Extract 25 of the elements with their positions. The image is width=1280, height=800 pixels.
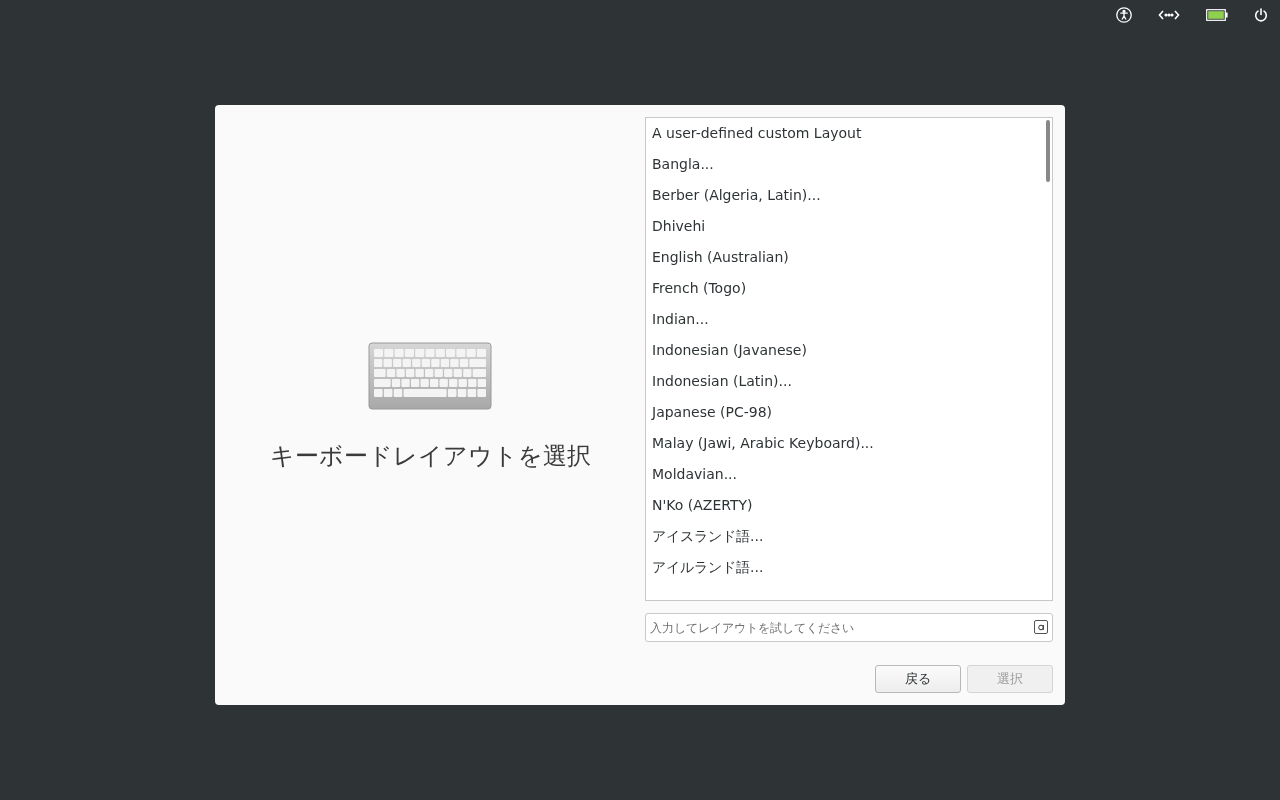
layout-item[interactable]: N'Ko (AZERTY) — [646, 490, 1052, 521]
battery-icon[interactable] — [1206, 9, 1228, 21]
layout-item[interactable]: Moldavian... — [646, 459, 1052, 490]
keyboard-indicator-icon — [1034, 620, 1048, 634]
layout-item[interactable]: English (Australian) — [646, 242, 1052, 273]
layout-item[interactable]: Japanese (PC-98) — [646, 397, 1052, 428]
layout-item[interactable]: Indian... — [646, 304, 1052, 335]
power-icon[interactable] — [1254, 8, 1268, 22]
scrollbar-thumb[interactable] — [1046, 120, 1050, 182]
test-input-field[interactable]: 入力してレイアウトを試してください — [645, 613, 1053, 642]
layout-item[interactable]: French (Togo) — [646, 273, 1052, 304]
layout-item[interactable]: Bangla... — [646, 149, 1052, 180]
layout-item[interactable]: Berber (Algeria, Latin)... — [646, 180, 1052, 211]
keyboard-icon — [368, 342, 492, 410]
accessibility-icon[interactable] — [1116, 7, 1132, 23]
dialog-button[interactable]: 戻る — [875, 665, 961, 693]
network-icon[interactable] — [1158, 9, 1180, 21]
layout-item[interactable]: アイスランド語... — [646, 521, 1052, 552]
layout-item[interactable]: A user-defined custom Layout — [646, 118, 1052, 149]
layout-item[interactable]: Indonesian (Javanese) — [646, 335, 1052, 366]
layout-item[interactable]: Malay (Jawi, Arabic Keyboard)... — [646, 428, 1052, 459]
layout-item[interactable]: Indonesian (Latin)... — [646, 366, 1052, 397]
layout-item[interactable]: アイルランド語... — [646, 552, 1052, 583]
layout-item[interactable]: Dhivehi — [646, 211, 1052, 242]
dialog-title: キーボードレイアウトを選択 — [269, 441, 591, 472]
